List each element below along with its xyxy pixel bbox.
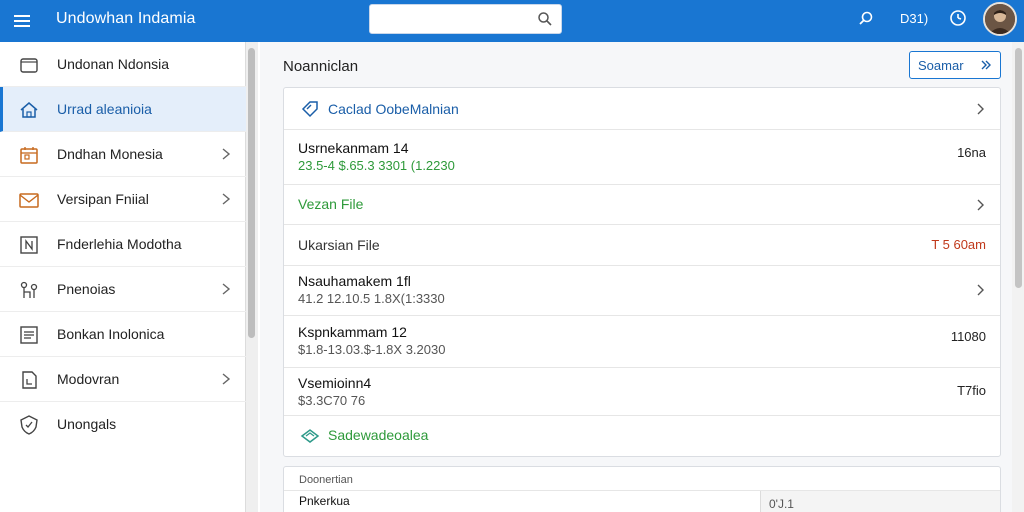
hamburger-menu-icon[interactable] bbox=[12, 11, 32, 31]
list-item[interactable]: Ukarsian File T 5 60am bbox=[284, 225, 1000, 266]
document-icon bbox=[20, 236, 38, 254]
list-item-value: T 5 60am bbox=[931, 237, 986, 252]
list-item-label: Ukarsian File bbox=[298, 237, 380, 253]
primary-action-button[interactable]: Soamar bbox=[909, 51, 1001, 79]
header-code-label: D31) bbox=[900, 11, 929, 26]
chevron-right-icon bbox=[977, 284, 984, 296]
card-footer-link[interactable]: Sadewadeoalea bbox=[328, 427, 428, 443]
calendar-icon bbox=[20, 147, 38, 164]
list-item-subtitle: 23.5-4 $.65.3 3301 (1.2230 bbox=[298, 158, 455, 173]
sidebar-item-8[interactable]: Modovran bbox=[0, 357, 246, 402]
page-title: Noanniclan bbox=[283, 58, 359, 75]
double-chevron-right-icon bbox=[981, 60, 991, 70]
list-item-title: Vsemioinn4 bbox=[298, 375, 372, 391]
list-item-title: Usrnekanmam 14 bbox=[298, 140, 409, 156]
search-icon[interactable] bbox=[537, 11, 553, 27]
chevron-right-icon bbox=[977, 103, 984, 115]
chevron-right-icon bbox=[222, 148, 231, 160]
primary-button-label: Soamar bbox=[918, 58, 964, 73]
chevron-right-icon bbox=[222, 193, 231, 205]
list-item[interactable]: Vsemioinn4 $3.3C70 76 T7fio bbox=[284, 368, 1000, 416]
list-item-title: Kspnkammam 12 bbox=[298, 324, 407, 340]
card-footer-row[interactable]: Sadewadeoalea bbox=[284, 416, 1000, 456]
sidebar-item-6[interactable]: Pnenoias bbox=[0, 267, 246, 312]
list-item[interactable]: Kspnkammam 12 $1.8-13.03.$-1.8X 3.2030 1… bbox=[284, 316, 1000, 368]
network-icon bbox=[20, 281, 38, 298]
field-value-box[interactable]: 0'J.1 bbox=[760, 491, 1000, 512]
search-input[interactable] bbox=[378, 11, 528, 29]
home-icon bbox=[20, 102, 38, 118]
card-header-link[interactable]: Caclad OobeMalnian bbox=[328, 101, 459, 117]
sidebar-nav: Undonan Ndonsia Urrad aleanioia Dndhan M… bbox=[0, 42, 246, 512]
clock-icon[interactable] bbox=[949, 9, 967, 27]
list-item-value: T7fio bbox=[957, 383, 986, 398]
sidebar-item-9[interactable]: Unongals bbox=[0, 402, 246, 447]
sidebar-item-label: Bonkan Inolonica bbox=[57, 326, 165, 342]
sidebar-item-4[interactable]: Versipan Fniial bbox=[0, 177, 246, 222]
sidebar-item-label: Undonan Ndonsia bbox=[57, 56, 170, 72]
list-icon bbox=[20, 326, 38, 344]
sidebar-item-5[interactable]: Fnderlehia Modotha bbox=[0, 222, 246, 267]
chevron-right-icon bbox=[222, 373, 231, 385]
app-title: Undowhan Indamia bbox=[56, 10, 196, 27]
sidebar-item-label: Modovran bbox=[57, 371, 120, 387]
list-item[interactable]: Vezan File bbox=[284, 185, 1000, 225]
list-item-subtitle: 41.2 12.10.5 1.8X(1:3330 bbox=[298, 291, 445, 306]
tag-icon bbox=[300, 429, 320, 443]
sidebar-item-label: Fnderlehia Modotha bbox=[57, 236, 182, 252]
sidebar-item-label: Urrad aleanioia bbox=[57, 101, 152, 117]
search-box[interactable] bbox=[369, 4, 562, 34]
chevron-right-icon bbox=[977, 199, 984, 211]
sidebar-item-label: Versipan Fniial bbox=[57, 191, 149, 207]
list-item[interactable]: Usrnekanmam 14 23.5-4 $.65.3 3301 (1.223… bbox=[284, 130, 1000, 185]
search-icon[interactable] bbox=[857, 10, 875, 28]
description-card: Doonertian Pnkerkua 0'J.1 bbox=[283, 466, 1001, 512]
sidebar-item-label: Dndhan Monesia bbox=[57, 146, 163, 162]
section-header: Doonertian bbox=[299, 474, 353, 486]
sidebar-item-label: Unongals bbox=[57, 416, 117, 432]
sidebar-item-7[interactable]: Bonkan Inolonica bbox=[0, 312, 246, 357]
chevron-right-icon bbox=[222, 283, 231, 295]
field-value: 0'J.1 bbox=[769, 497, 794, 511]
file-icon bbox=[22, 371, 37, 389]
list-item-value: 11080 bbox=[950, 329, 986, 344]
top-app-bar: Undowhan Indamia D31) bbox=[0, 0, 1024, 42]
card-header-row[interactable]: Caclad OobeMalnian bbox=[284, 88, 1000, 130]
sidebar-item-2[interactable]: Urrad aleanioia bbox=[0, 87, 246, 132]
sidebar-item-1[interactable]: Undonan Ndonsia bbox=[0, 42, 246, 87]
list-item-subtitle: $1.8-13.03.$-1.8X 3.2030 bbox=[298, 342, 446, 357]
tag-icon bbox=[301, 101, 318, 118]
sidebar-item-label: Pnenoias bbox=[57, 281, 116, 297]
mail-icon bbox=[19, 193, 39, 208]
sidebar-item-3[interactable]: Dndhan Monesia bbox=[0, 132, 246, 177]
folder-icon bbox=[20, 58, 38, 73]
list-item-subtitle: $3.3C70 76 bbox=[298, 393, 366, 408]
list-item-value: 16na bbox=[957, 145, 986, 160]
list-item-title: Nsauhamakem 1fl bbox=[298, 273, 411, 289]
sidebar-scrollbar-thumb[interactable] bbox=[248, 48, 255, 338]
list-item[interactable]: Nsauhamakem 1fl 41.2 12.10.5 1.8X(1:3330 bbox=[284, 266, 1000, 316]
user-avatar[interactable] bbox=[983, 2, 1017, 36]
file-link[interactable]: Vezan File bbox=[298, 196, 363, 212]
field-label: Pnkerkua bbox=[299, 494, 350, 508]
shield-icon bbox=[20, 415, 38, 435]
person-avatar-icon bbox=[985, 4, 1015, 34]
main-scrollbar-thumb[interactable] bbox=[1015, 48, 1022, 288]
details-card: Caclad OobeMalnian Usrnekanmam 14 23.5-4… bbox=[283, 87, 1001, 457]
